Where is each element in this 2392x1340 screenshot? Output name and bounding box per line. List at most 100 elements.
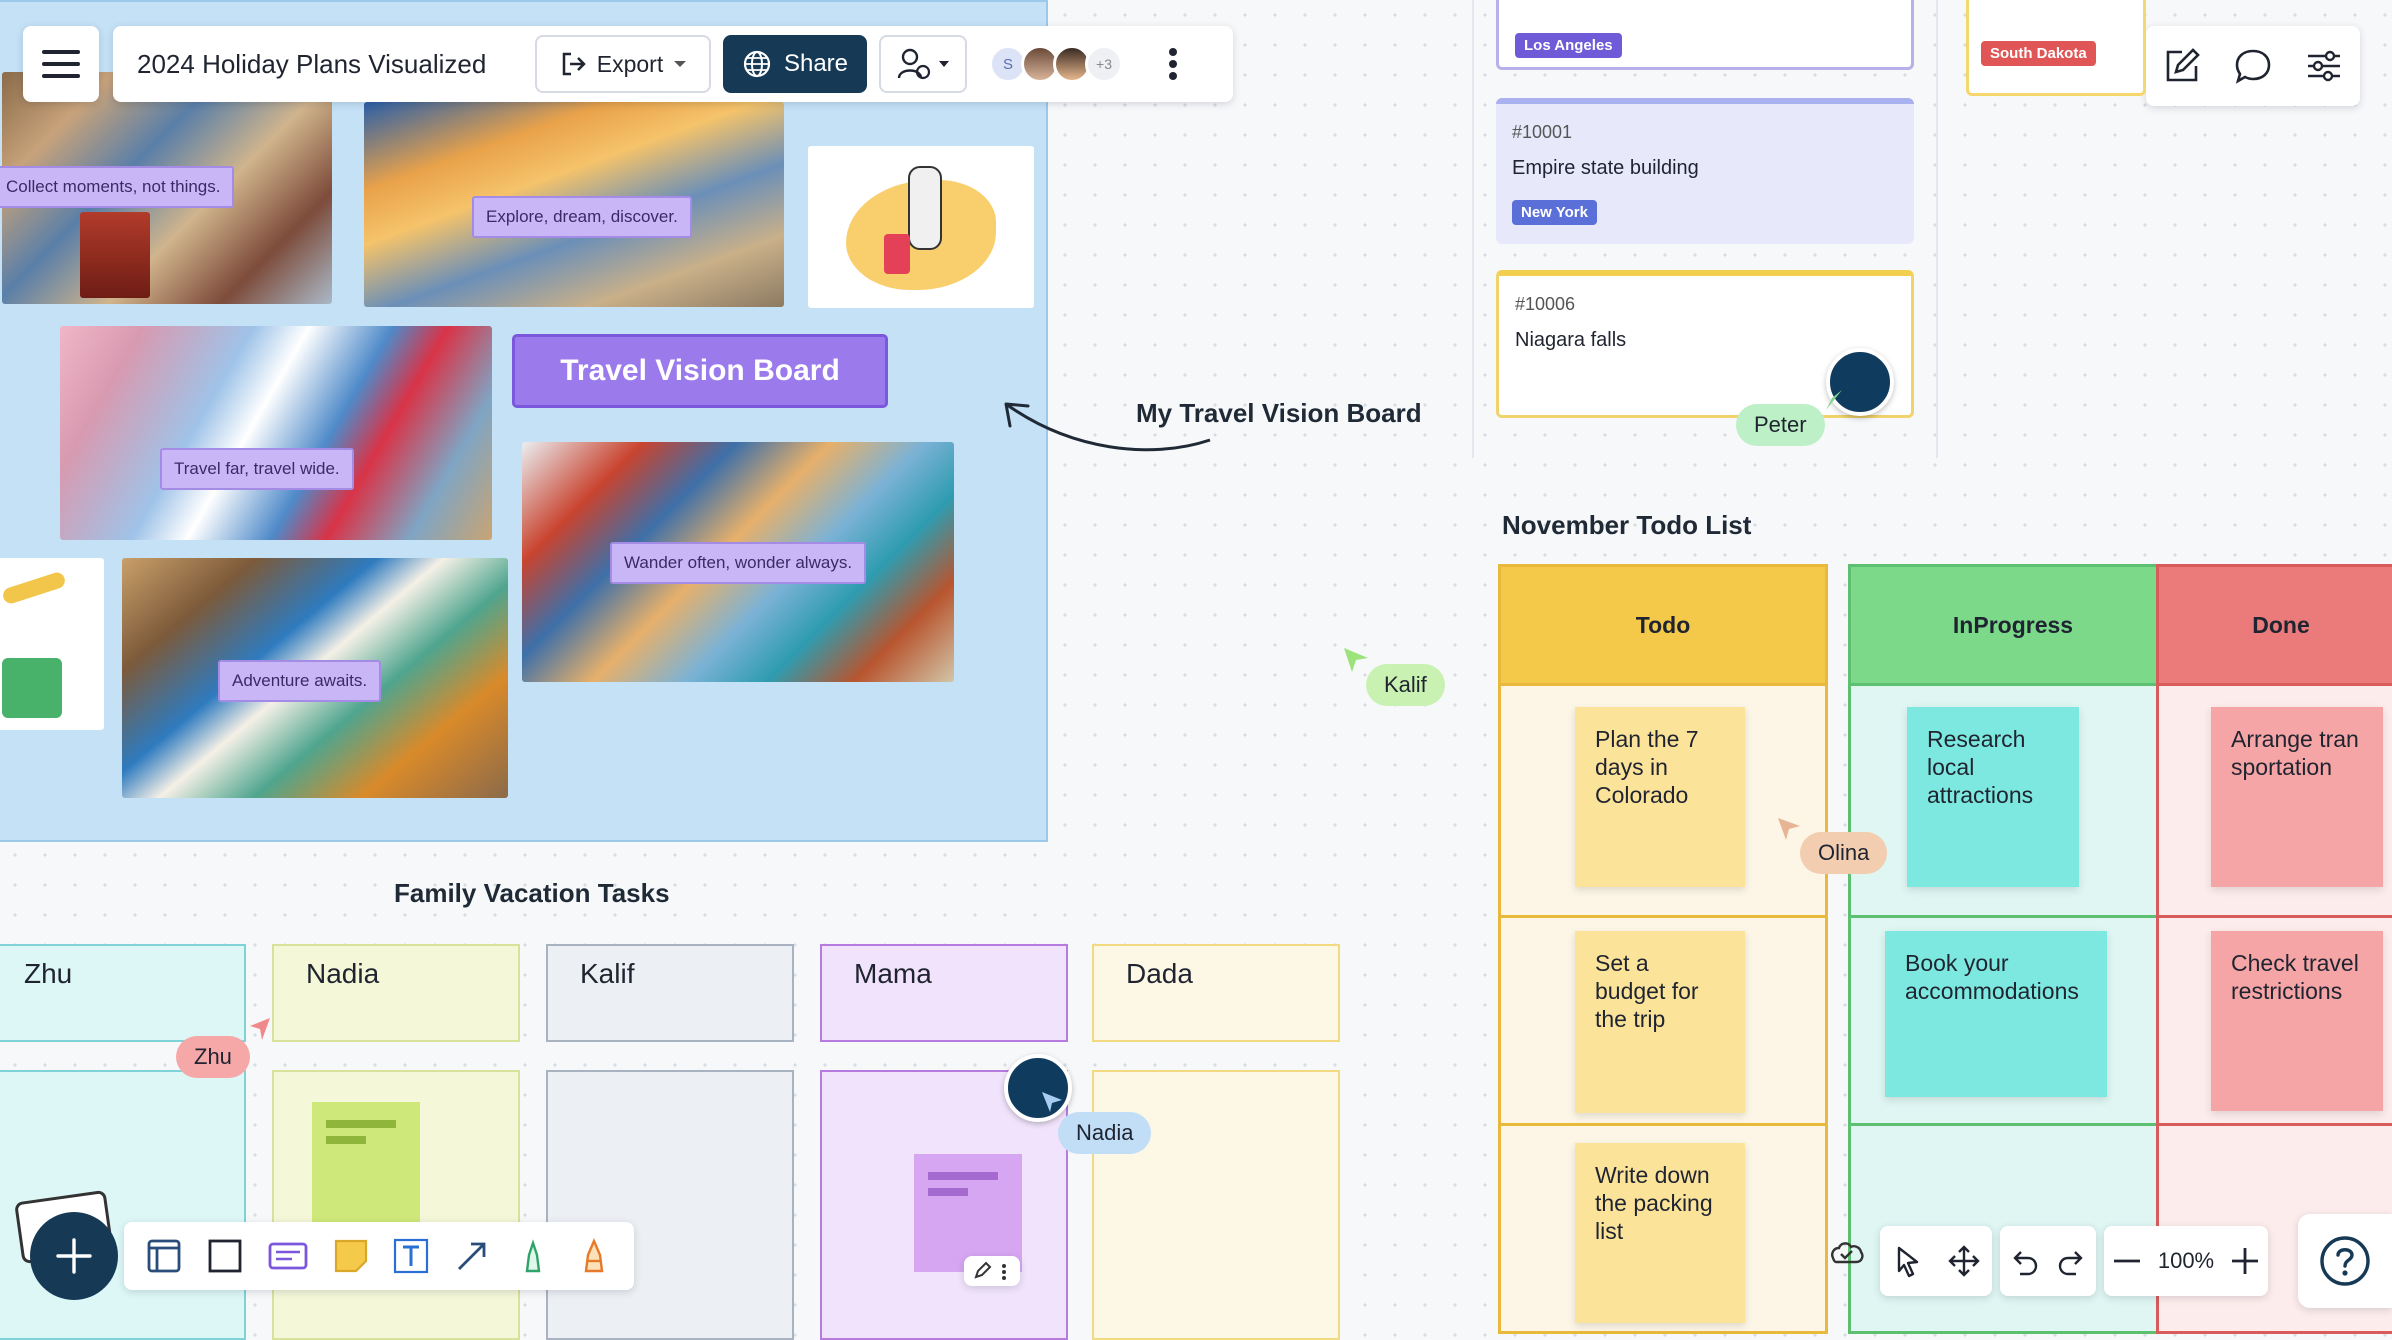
export-label: Export: [596, 50, 664, 77]
divider: [1472, 0, 1474, 458]
right-toolbar: [2146, 26, 2360, 106]
add-button[interactable]: [30, 1212, 118, 1300]
vision-board-annotation: My Travel Vision Board: [1136, 398, 1422, 428]
family-member-column[interactable]: [1092, 1070, 1340, 1340]
chevron-down-icon: [939, 61, 949, 67]
cursor-arrow-icon: [250, 1018, 270, 1040]
kanban-header: Todo: [1501, 567, 1825, 686]
sticky-note[interactable]: Research local attractions: [1907, 707, 2079, 887]
arrow-icon[interactable]: [453, 1237, 491, 1275]
text-icon[interactable]: [392, 1237, 430, 1275]
rectangle-icon[interactable]: [206, 1237, 244, 1275]
pen-icon[interactable]: [514, 1237, 552, 1275]
hamburger-icon: [42, 50, 80, 78]
collaborator-avatars[interactable]: S +3: [989, 45, 1123, 83]
edit-icon: [974, 1261, 1006, 1280]
kanban-row-divider: [1501, 915, 1825, 918]
plus-icon: [56, 1238, 92, 1274]
kanban-row-divider: [1851, 915, 2175, 918]
cursor-label-kalif: Kalif: [1366, 664, 1445, 706]
sticky-note[interactable]: Set a budget for the trip: [1575, 931, 1745, 1113]
ticket-card[interactable]: Los Angeles: [1496, 0, 1914, 70]
settings-icon[interactable]: [2304, 46, 2344, 86]
sticky-note[interactable]: Write down the packing list: [1575, 1143, 1745, 1323]
edit-note-button[interactable]: [964, 1256, 1020, 1286]
plane-illustration: [0, 558, 104, 730]
kanban-row-divider: [1501, 1123, 1825, 1126]
ticket-tag: South Dakota: [1981, 41, 2096, 66]
family-member-header[interactable]: Zhu: [0, 944, 246, 1042]
caption-adventure: Adventure awaits.: [218, 660, 382, 702]
kanban-row-divider: [2159, 915, 2392, 918]
ticket-id: #10001: [1512, 122, 1573, 142]
cursor-label-nadia: Nadia: [1058, 1112, 1152, 1154]
cursor-arrow-icon: [1042, 1092, 1062, 1112]
share-button[interactable]: Share: [723, 35, 867, 93]
sticky-note[interactable]: Arrange transportation: [2211, 707, 2383, 887]
more-options-button[interactable]: [1155, 35, 1191, 93]
highlighter-icon[interactable]: [575, 1237, 613, 1275]
vision-board-frame[interactable]: Travel Vision Board Collect moments, not…: [0, 0, 1048, 842]
kebab-icon: [1169, 48, 1177, 80]
caption-explore: Explore, dream, discover.: [472, 196, 692, 238]
family-member-header[interactable]: Kalif: [546, 944, 794, 1042]
family-member-header[interactable]: Mama: [820, 944, 1068, 1042]
zoom-toolbar: 100%: [2104, 1226, 2268, 1296]
family-member-header[interactable]: Dada: [1092, 944, 1340, 1042]
document-toolbar: 2024 Holiday Plans Visualized Export Sha…: [113, 26, 1233, 102]
kanban-header: InProgress: [1851, 567, 2175, 686]
frame-icon[interactable]: [145, 1237, 183, 1275]
family-tasks-title: Family Vacation Tasks: [394, 878, 670, 908]
ticket-card[interactable]: #10001 Empire state building New York: [1496, 98, 1914, 244]
help-icon: [2320, 1236, 2370, 1286]
sticky-note-placeholder[interactable]: [914, 1154, 1022, 1272]
comment-icon[interactable]: [2233, 46, 2273, 86]
divider: [1936, 0, 1938, 458]
cursor-label-zhu: Zhu: [176, 1036, 250, 1078]
family-member-header[interactable]: Nadia: [272, 944, 520, 1042]
main-menu-button[interactable]: [23, 26, 99, 102]
family-member-column[interactable]: [272, 1070, 520, 1340]
globe-icon: [743, 50, 771, 78]
sticky-note[interactable]: Check travel restrictions: [2211, 931, 2383, 1111]
ticket-tag: Los Angeles: [1515, 33, 1622, 58]
cursor-arrow-icon: [1826, 390, 1842, 410]
zoom-out-icon[interactable]: [2111, 1245, 2143, 1277]
kanban-row-divider: [1851, 1123, 2175, 1126]
kanban-header: Done: [2159, 567, 2392, 686]
caption-wander: Wander often, wonder always.: [610, 542, 867, 584]
collage-torii: [80, 212, 150, 298]
ticket-title: Empire state building: [1512, 157, 1699, 179]
traveller-illustration: [808, 146, 1034, 308]
pointer-icon[interactable]: [1891, 1244, 1925, 1278]
edit-icon[interactable]: [2162, 46, 2202, 86]
more-avatars-count[interactable]: +3: [1085, 45, 1123, 83]
chevron-down-icon: [674, 61, 687, 67]
card-icon[interactable]: [267, 1237, 309, 1275]
kanban-column-inprogress[interactable]: InProgress Research local attractions Bo…: [1848, 564, 2178, 1334]
ticket-tag: New York: [1512, 200, 1597, 225]
kanban-column-todo[interactable]: Todo Plan the 7 days in Colorado Set a b…: [1498, 564, 1828, 1334]
ticket-id: #10006: [1515, 294, 1576, 314]
sticky-icon[interactable]: [332, 1237, 370, 1275]
collab-icon: [897, 48, 931, 80]
document-title[interactable]: 2024 Holiday Plans Visualized: [113, 49, 527, 80]
cursor-label-olina: Olina: [1800, 832, 1888, 874]
caption-collect: Collect moments, not things.: [0, 166, 235, 208]
cursor-arrow-icon: [1344, 648, 1368, 672]
pan-icon[interactable]: [1947, 1244, 1981, 1278]
redo-icon[interactable]: [2056, 1245, 2088, 1277]
ticket-card[interactable]: South Dakota: [1966, 0, 2146, 96]
help-button[interactable]: [2298, 1214, 2392, 1308]
collage-photo-paris-santorini: [60, 326, 492, 540]
family-member-column[interactable]: [546, 1070, 794, 1340]
sticky-note[interactable]: Plan the 7 days in Colorado: [1575, 707, 1745, 887]
export-button[interactable]: Export: [535, 35, 711, 93]
sticky-note-placeholder[interactable]: [312, 1102, 420, 1222]
collaboration-button[interactable]: [879, 35, 967, 93]
zoom-in-icon[interactable]: [2229, 1245, 2261, 1277]
vision-board-title[interactable]: Travel Vision Board: [512, 334, 888, 408]
zoom-level[interactable]: 100%: [2158, 1248, 2214, 1274]
undo-icon[interactable]: [2008, 1245, 2040, 1277]
sticky-note[interactable]: Book your accommodations: [1885, 931, 2107, 1097]
